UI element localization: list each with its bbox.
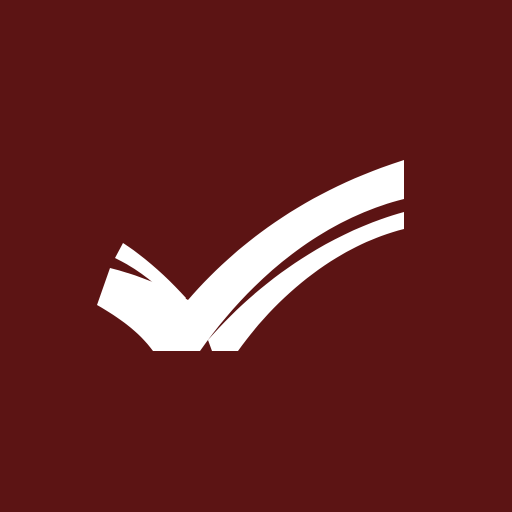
app-icon-tile <box>0 0 512 512</box>
double-checkmark-icon <box>0 0 512 512</box>
